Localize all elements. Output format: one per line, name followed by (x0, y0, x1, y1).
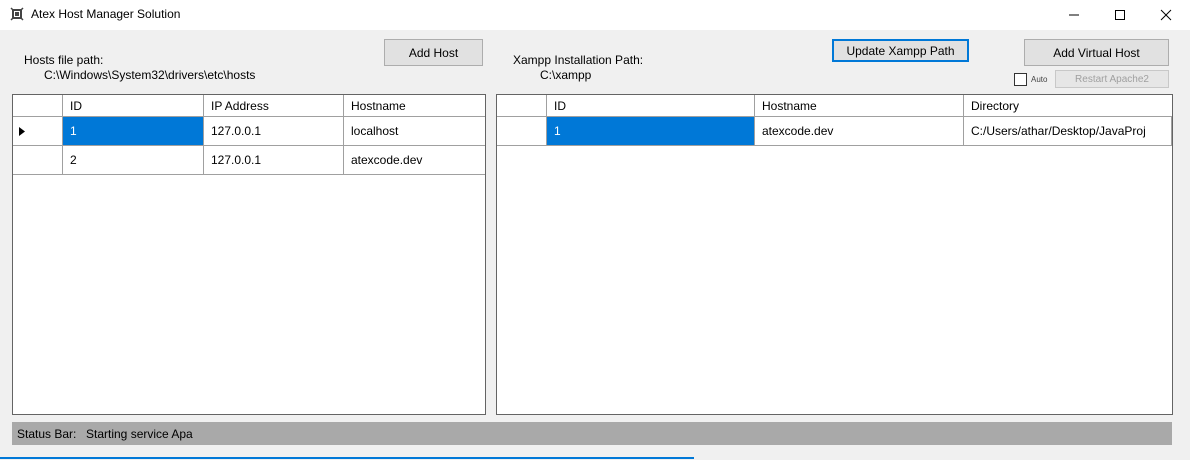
hosts-grid[interactable]: ID IP Address Hostname 1 127.0.0.1 local… (12, 94, 486, 415)
restart-apache-button[interactable]: Restart Apache2 (1055, 70, 1169, 88)
row-header[interactable] (13, 117, 63, 145)
title-bar: Atex Host Manager Solution (0, 0, 1190, 30)
add-virtual-host-button[interactable]: Add Virtual Host (1024, 39, 1169, 66)
status-text: Starting service Apa (86, 427, 193, 441)
table-row[interactable]: 1 127.0.0.1 localhost (13, 117, 485, 146)
row-header[interactable] (497, 117, 547, 145)
auto-label: Auto (1031, 75, 1048, 84)
column-header-hostname[interactable]: Hostname (344, 95, 485, 116)
column-header-ip-address[interactable]: IP Address (204, 95, 344, 116)
cell-id[interactable]: 1 (63, 117, 204, 145)
column-header-id[interactable]: ID (63, 95, 204, 116)
cell-id[interactable]: 1 (547, 117, 755, 145)
current-row-arrow-icon (19, 126, 25, 136)
xampp-path-value: C:\xampp (540, 68, 592, 82)
minimize-icon (1069, 14, 1079, 16)
row-header[interactable] (13, 146, 63, 174)
auto-checkbox[interactable] (1014, 73, 1027, 86)
column-header-directory[interactable]: Directory (964, 95, 1172, 116)
virtual-hosts-grid[interactable]: ID Hostname Directory 1 atexcode.dev C:/… (496, 94, 1173, 415)
close-icon (1160, 9, 1172, 21)
cell-ip-address[interactable]: 127.0.0.1 (204, 117, 344, 145)
hosts-path-label: Hosts file path: (24, 53, 104, 67)
column-header-hostname[interactable]: Hostname (755, 95, 964, 116)
row-header-corner (13, 95, 63, 116)
cell-hostname[interactable]: localhost (344, 117, 485, 145)
cell-directory[interactable]: C:/Users/athar/Desktop/JavaProj (964, 117, 1172, 145)
column-header-id[interactable]: ID (547, 95, 755, 116)
xampp-path-label: Xampp Installation Path: (513, 53, 644, 67)
status-label: Status Bar: (17, 427, 77, 441)
maximize-button[interactable] (1097, 0, 1143, 30)
add-host-button[interactable]: Add Host (384, 39, 483, 66)
maximize-icon (1115, 10, 1125, 20)
cell-hostname[interactable]: atexcode.dev (344, 146, 485, 174)
hosts-path-value: C:\Windows\System32\drivers\etc\hosts (44, 68, 256, 82)
close-button[interactable] (1143, 0, 1189, 30)
status-bar: Status Bar: Starting service Apa (12, 422, 1172, 445)
cell-hostname[interactable]: atexcode.dev (755, 117, 964, 145)
cell-ip-address[interactable]: 127.0.0.1 (204, 146, 344, 174)
minimize-button[interactable] (1051, 0, 1097, 30)
table-row[interactable]: 2 127.0.0.1 atexcode.dev (13, 146, 485, 175)
virtual-hosts-grid-header: ID Hostname Directory (497, 95, 1172, 117)
progress-indicator (0, 457, 694, 459)
table-row[interactable]: 1 atexcode.dev C:/Users/athar/Desktop/Ja… (497, 117, 1172, 146)
app-icon (10, 7, 24, 21)
cell-id[interactable]: 2 (63, 146, 204, 174)
update-xampp-path-button[interactable]: Update Xampp Path (832, 39, 969, 62)
row-header-corner (497, 95, 547, 116)
window-title: Atex Host Manager Solution (31, 7, 181, 21)
hosts-grid-header: ID IP Address Hostname (13, 95, 485, 117)
